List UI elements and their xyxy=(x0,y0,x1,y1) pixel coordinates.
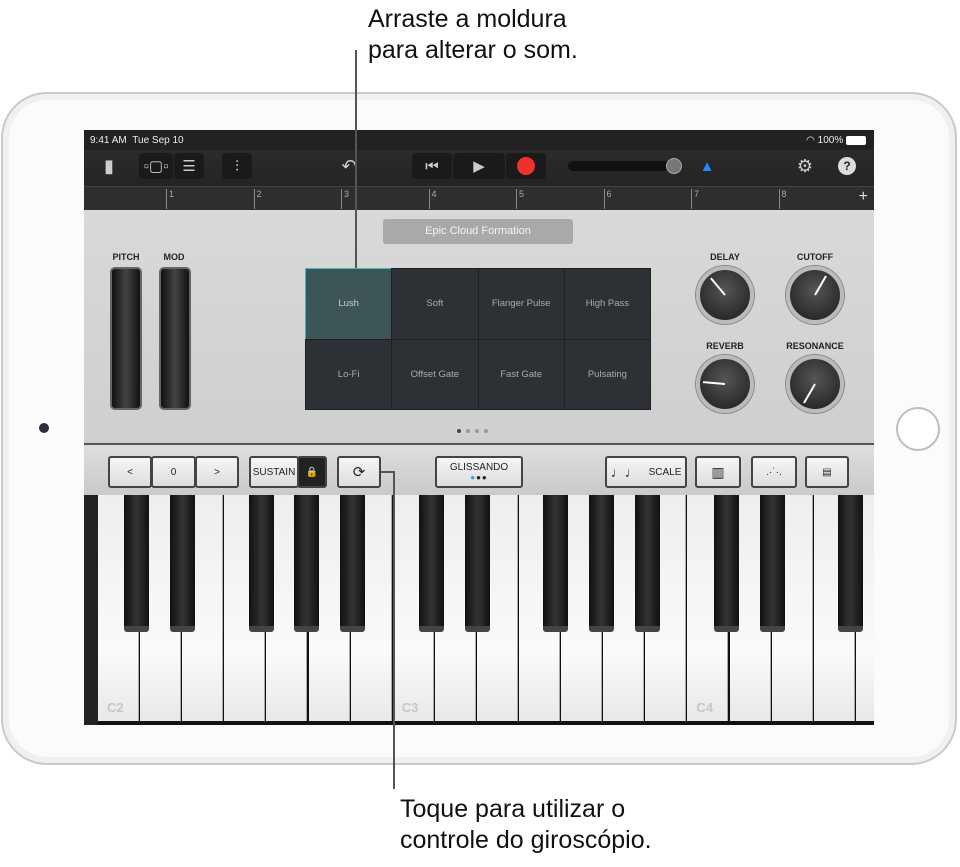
glissando-button[interactable]: GLISSANDO ●●● xyxy=(435,456,523,488)
octave-value: 0 xyxy=(151,456,196,488)
toolbar: ▮ ▫▢▫ ☰ ⫶ ↶ ⏮ ▶ ▲ ⚙ ? xyxy=(84,150,874,186)
camera xyxy=(39,423,49,433)
master-volume-slider[interactable] xyxy=(568,158,682,174)
home-button[interactable] xyxy=(896,407,940,451)
sound-pad[interactable]: Fast Gate xyxy=(477,338,565,410)
black-key[interactable] xyxy=(543,495,569,632)
sound-pad[interactable]: High Pass xyxy=(563,268,652,340)
glissando-mode-dots: ●●● xyxy=(470,473,488,482)
play-icon[interactable]: ▶ xyxy=(453,153,505,179)
black-key[interactable] xyxy=(759,495,785,632)
control-bar: < 0 > SUSTAIN 🔒 ⟳ GLISSANDO ●●● ♩♩ SCALE … xyxy=(84,443,874,495)
knob-label: CUTOFF xyxy=(796,252,834,262)
preset-name[interactable]: Epic Cloud Formation xyxy=(383,219,573,244)
ruler-bar-label: 3 xyxy=(341,189,349,209)
page-dot[interactable] xyxy=(484,429,488,433)
mixer-icon[interactable]: ⫶ xyxy=(222,153,252,179)
callout-bottom: Toque para utilizar o controle do giroscó… xyxy=(400,795,652,854)
cutoff-knob[interactable] xyxy=(786,266,844,324)
sound-pad[interactable]: Soft xyxy=(391,268,479,340)
sound-pad[interactable]: Offset Gate xyxy=(391,338,479,410)
gyroscope-button[interactable]: ⟳ xyxy=(337,456,381,488)
record-icon[interactable] xyxy=(506,153,546,179)
black-key[interactable] xyxy=(838,495,864,632)
sustain-lock-icon[interactable]: 🔒 xyxy=(297,456,327,488)
octave-label: C4 xyxy=(696,700,714,715)
keyboard-size-icon[interactable]: ▤ xyxy=(805,456,849,488)
settings-icon[interactable]: ⚙ xyxy=(792,153,818,179)
page-dot[interactable] xyxy=(466,429,470,433)
add-section-button[interactable]: + xyxy=(859,188,868,206)
octave-down-button[interactable]: < xyxy=(108,456,152,488)
callout-line-top xyxy=(355,50,357,268)
knob-label: RESONANCE xyxy=(786,341,844,351)
octave-label: C3 xyxy=(401,700,419,715)
garageband-screen: 9:41 AM Tue Sep 10 ◠ 100% ▮ ▫▢▫ ☰ ⫶ ↶ ⏮ … xyxy=(84,130,874,725)
list-view-icon[interactable]: ☰ xyxy=(174,153,204,179)
ruler-bar-label: 5 xyxy=(516,189,524,209)
document-icon[interactable]: ▮ xyxy=(94,153,124,179)
instrument-panel: Epic Cloud Formation PITCH MOD Lush Soft F… xyxy=(84,210,874,443)
piano-keyboard[interactable]: C2 C3 C4 xyxy=(98,495,874,725)
ruler-bar-label: 4 xyxy=(428,189,437,209)
go-to-start-icon[interactable]: ⏮ xyxy=(412,153,452,179)
sound-pad[interactable]: Flanger Pulse xyxy=(477,268,565,340)
page-indicator[interactable] xyxy=(457,429,488,433)
ruler-bar-label: 6 xyxy=(603,189,612,209)
octave-up-button[interactable]: > xyxy=(195,456,239,488)
black-key[interactable] xyxy=(588,495,614,632)
page-dot[interactable] xyxy=(457,429,461,433)
metronome-icon[interactable]: ▲ xyxy=(694,153,720,179)
keyboard-layout-icon[interactable]: ▥ xyxy=(695,456,741,488)
black-key[interactable] xyxy=(248,495,274,632)
black-key[interactable] xyxy=(124,495,150,632)
black-key[interactable] xyxy=(713,495,739,632)
black-key[interactable] xyxy=(465,495,491,632)
undo-icon[interactable]: ↶ xyxy=(334,153,364,179)
resonance-knob[interactable] xyxy=(786,355,844,413)
black-key[interactable] xyxy=(294,495,320,632)
battery-icon xyxy=(846,135,866,145)
mod-label: MOD xyxy=(163,252,185,262)
timeline-ruler[interactable]: + 1 2 3 4 5 6 7 8 xyxy=(84,186,874,210)
reverb-knob[interactable] xyxy=(696,355,754,413)
delay-knob[interactable] xyxy=(696,266,754,324)
callout-line-bottom xyxy=(393,471,395,789)
knob-label: REVERB xyxy=(706,341,744,351)
sound-pad[interactable]: Pulsating xyxy=(563,338,652,410)
sustain-button[interactable]: SUSTAIN xyxy=(249,456,299,488)
ruler-bar-label: 7 xyxy=(691,189,699,209)
scale-button[interactable]: ♩♩ SCALE xyxy=(605,456,687,488)
sound-pad[interactable]: Lo-Fi xyxy=(304,338,393,410)
ruler-bar-label: 1 xyxy=(166,189,174,209)
black-key[interactable] xyxy=(340,495,366,632)
sound-pads-grid: Lush Soft Flanger Pulse High Pass Lo-Fi Offse… xyxy=(304,268,652,410)
pitch-wheel[interactable] xyxy=(110,267,142,410)
ruler-bar-label: 2 xyxy=(253,189,262,209)
page-dot[interactable] xyxy=(475,429,479,433)
tracks-view-icon[interactable]: ▫▢▫ xyxy=(139,153,173,179)
mod-wheel[interactable] xyxy=(159,267,191,410)
arpeggiator-icon[interactable]: .·˙·. xyxy=(751,456,797,488)
black-key[interactable] xyxy=(418,495,444,632)
pitch-label: PITCH xyxy=(112,252,140,262)
sound-pad[interactable]: Lush xyxy=(304,268,393,340)
wifi-icon: ◠ xyxy=(806,135,815,146)
callout-top: Arraste a moldura para alterar o som. xyxy=(368,5,578,64)
knob-label: DELAY xyxy=(710,252,740,262)
octave-label: C2 xyxy=(107,700,124,715)
status-bar: 9:41 AM Tue Sep 10 ◠ 100% xyxy=(84,130,874,150)
help-icon[interactable]: ? xyxy=(834,153,860,179)
black-key[interactable] xyxy=(170,495,196,632)
black-key[interactable] xyxy=(635,495,661,632)
notes-icon: ♩♩ xyxy=(610,464,639,480)
ruler-bar-label: 8 xyxy=(778,189,787,209)
